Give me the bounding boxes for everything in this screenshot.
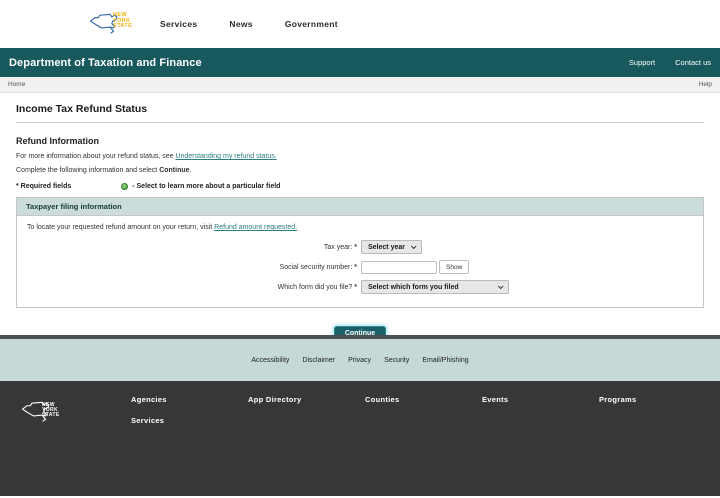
continue-emphasis: Continue <box>159 167 189 174</box>
learn-more-icon <box>121 183 128 190</box>
complete-text: Complete the following information and s… <box>16 167 159 174</box>
ssn-label: Social security number: * <box>27 264 357 271</box>
agency-links: Support Contact us <box>629 58 711 67</box>
breadcrumb-home-link[interactable]: Home <box>8 81 25 88</box>
nys-logo[interactable]: NEW YORK STATE <box>88 3 140 45</box>
legend-row: * Required fields - Select to learn more… <box>16 183 704 190</box>
continue-row: Continue <box>16 322 704 335</box>
utility-header: NEW YORK STATE Services News Government <box>0 0 720 48</box>
footer-columns: Agencies Services App Directory Counties… <box>112 395 697 496</box>
refund-amount-note-text: To locate your requested refund amount o… <box>27 224 214 231</box>
form-filed-select[interactable]: Select which form you filed <box>361 280 509 294</box>
required-fields-note: * Required fields <box>16 183 71 190</box>
page-title: Income Tax Refund Status <box>16 103 704 123</box>
form-filed-control: Select which form you filed <box>361 280 509 294</box>
footer-col-4: Events <box>463 395 580 496</box>
nys-logo-footer[interactable]: NEW YORK STATE <box>20 395 112 445</box>
events-link[interactable]: Events <box>482 395 580 404</box>
understanding-refund-status-link[interactable]: Understanding my refund status. <box>176 153 277 160</box>
agency-title: Department of Taxation and Finance <box>9 57 202 69</box>
counties-link[interactable]: Counties <box>365 395 463 404</box>
logo-wordmark: NEW YORK STATE <box>42 403 60 418</box>
agencies-link[interactable]: Agencies <box>131 395 229 404</box>
nav-government[interactable]: Government <box>285 19 338 29</box>
taxpayer-filing-box: Taxpayer filing information To locate yo… <box>16 197 704 308</box>
form-filed-row: Which form did you file? * Select which … <box>27 280 693 294</box>
refund-information-heading: Refund Information <box>16 136 704 146</box>
legal-footer: Accessibility Disclaimer Privacy Securit… <box>0 339 720 381</box>
nav-news[interactable]: News <box>229 19 252 29</box>
breadcrumb: Home Help <box>0 77 720 93</box>
refund-amount-note: To locate your requested refund amount o… <box>27 224 693 231</box>
security-link[interactable]: Security <box>384 357 409 364</box>
learn-more-note: - Select to learn more about a particula… <box>132 183 280 190</box>
utility-nav: Services News Government <box>160 19 338 29</box>
privacy-link[interactable]: Privacy <box>348 357 371 364</box>
nav-services[interactable]: Services <box>160 19 197 29</box>
info-paragraph: For more information about your refund s… <box>16 153 704 160</box>
footer-col-3: Counties <box>346 395 463 496</box>
accessibility-link[interactable]: Accessibility <box>251 357 289 364</box>
help-link[interactable]: Help <box>699 81 712 88</box>
tax-year-label: Tax year: * <box>27 244 357 251</box>
show-ssn-button[interactable]: Show <box>439 260 469 274</box>
services-link[interactable]: Services <box>131 416 229 425</box>
footer-col-1: Agencies Services <box>112 395 229 496</box>
chevron-down-icon <box>498 283 504 289</box>
footer-col-2: App Directory <box>229 395 346 496</box>
filing-box-header: Taxpayer filing information <box>17 198 703 216</box>
continue-button[interactable]: Continue <box>334 326 386 336</box>
app-directory-link[interactable]: App Directory <box>248 395 346 404</box>
main-content: Income Tax Refund Status Refund Informat… <box>0 93 720 335</box>
refund-amount-requested-link[interactable]: Refund amount requested. <box>214 224 297 231</box>
chevron-down-icon <box>411 243 417 249</box>
ssn-control: Show <box>361 260 469 274</box>
required-asterisk: * <box>354 284 357 291</box>
tax-year-select[interactable]: Select year <box>361 240 422 254</box>
required-asterisk: * <box>354 264 357 271</box>
agency-bar: Department of Taxation and Finance Suppo… <box>0 48 720 77</box>
footer-col-5: Programs <box>580 395 697 496</box>
programs-link[interactable]: Programs <box>599 395 697 404</box>
filing-box-body: To locate your requested refund amount o… <box>17 216 703 307</box>
complete-suffix: . <box>190 167 192 174</box>
tax-year-row: Tax year: * Select year <box>27 240 693 254</box>
email-phishing-link[interactable]: Email/Phishing <box>422 357 468 364</box>
required-asterisk: * <box>354 244 357 251</box>
disclaimer-link[interactable]: Disclaimer <box>302 357 335 364</box>
tax-year-control: Select year <box>361 240 422 254</box>
support-link[interactable]: Support <box>629 58 655 67</box>
logo-wordmark: NEW YORK STATE <box>113 13 132 30</box>
form-filed-label: Which form did you file? * <box>27 284 357 291</box>
ssn-input[interactable] <box>361 261 437 274</box>
contact-us-link[interactable]: Contact us <box>675 58 711 67</box>
info-text: For more information about your refund s… <box>16 153 176 160</box>
ssn-row: Social security number: * Show <box>27 260 693 274</box>
dark-footer: NEW YORK STATE Agencies Services App Dir… <box>0 381 720 496</box>
complete-paragraph: Complete the following information and s… <box>16 167 704 174</box>
